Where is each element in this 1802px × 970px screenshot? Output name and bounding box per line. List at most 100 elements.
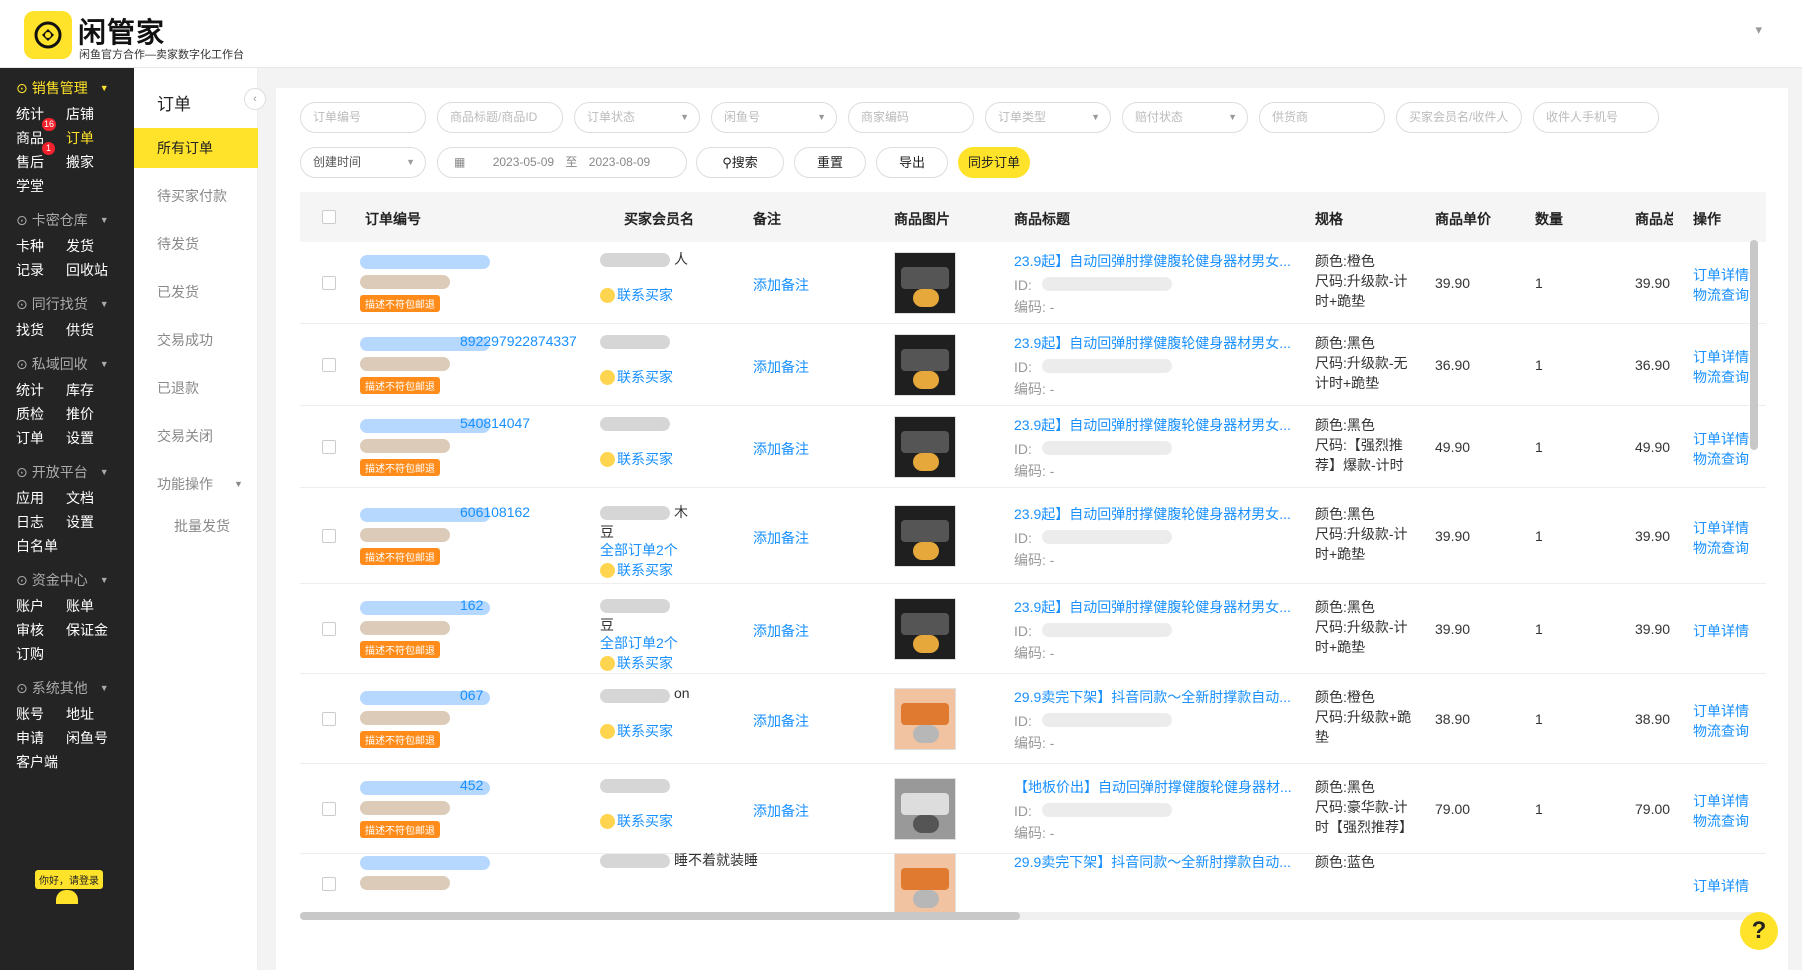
product-title-link[interactable]: 23.9起】自动回弹肘撑健腹轮健身器材男女... [1014,251,1294,271]
product-title-link[interactable]: 29.9卖完下架】抖音同款～全新肘撑款自动... [1014,852,1294,872]
logistics-link[interactable]: 物流查询 [1693,811,1749,831]
logistics-link[interactable]: 物流查询 [1693,367,1749,387]
row-checkbox[interactable] [322,440,336,454]
sidebar-item-stats[interactable]: 统计 [16,104,44,124]
date-range-picker[interactable]: ▦ 2023-05-09 至 2023-08-09 [437,147,687,178]
vertical-scrollbar[interactable] [1750,240,1758,450]
order-detail-link[interactable]: 订单详情 [1693,621,1749,641]
add-remark-link[interactable]: 添加备注 [753,357,809,377]
sidebar-group-system[interactable]: ⊙ 系统其他 ▼ [16,678,109,698]
order-detail-link[interactable]: 订单详情 [1693,701,1749,721]
sidebar-item-doc[interactable]: 文档 [66,488,94,508]
all-orders-link[interactable]: 全部订单2个 [600,540,678,560]
merchant-code-input[interactable]: 商家编码 [848,102,974,133]
sidebar-item-move[interactable]: 搬家 [66,152,94,172]
row-checkbox[interactable] [322,622,336,636]
product-title-link[interactable]: 23.9起】自动回弹肘撑健腹轮健身器材男女... [1014,333,1294,353]
contact-buyer-link[interactable]: 联系买家 [600,367,673,387]
buyer-input[interactable]: 买家会员名/收件人 [1396,102,1522,133]
contact-buyer-link[interactable]: 联系买家 [600,721,673,741]
order-status-select[interactable]: 订单状态 ▼ [574,102,700,133]
contact-buyer-link[interactable]: 联系买家 [600,811,673,831]
order-detail-link[interactable]: 订单详情 [1693,265,1749,285]
product-title-link[interactable]: 23.9起】自动回弹肘撑健腹轮健身器材男女... [1014,504,1294,524]
contact-buyer-link[interactable]: 联系买家 [600,560,673,580]
order-no-link[interactable]: 162 [460,597,483,613]
all-orders-link[interactable]: 全部订单2个 [600,633,678,653]
sidebar-item-shop[interactable]: 店铺 [66,104,94,124]
order-detail-link[interactable]: 订单详情 [1693,791,1749,811]
order-no-input[interactable]: 订单编号 [300,102,426,133]
sidebar-item-subscribe[interactable]: 订购 [16,644,44,664]
order-no-link[interactable]: 540814047 [460,415,530,431]
tab-success[interactable]: 交易成功 [134,320,258,360]
add-remark-link[interactable]: 添加备注 [753,621,809,641]
order-no-link[interactable]: 067 [460,687,483,703]
product-image[interactable] [894,778,956,840]
sidebar-item-supply[interactable]: 供货 [66,320,94,340]
sidebar-item-qc[interactable]: 质检 [16,404,44,424]
brand-logo-icon[interactable] [24,11,72,59]
reset-button[interactable]: 重置 [794,147,866,178]
product-title-link[interactable]: 23.9起】自动回弹肘撑健腹轮健身器材男女... [1014,597,1294,617]
contact-buyer-link[interactable]: 联系买家 [600,449,673,469]
sidebar-item-apply[interactable]: 申请 [16,728,44,748]
search-button[interactable]: ⚲搜索 [696,147,784,178]
sidebar-item-orders[interactable]: 订单 [66,128,94,148]
logistics-link[interactable]: 物流查询 [1693,721,1749,741]
sidebar-item-stock[interactable]: 库存 [66,380,94,400]
tab-pending-payment[interactable]: 待买家付款 [134,176,258,216]
sidebar-group-fund[interactable]: ⊙ 资金中心 ▼ [16,570,109,590]
row-checkbox[interactable] [322,877,336,891]
product-image[interactable] [894,505,956,567]
horizontal-scrollbar[interactable] [300,912,1766,920]
sidebar-item-xianyu[interactable]: 闲鱼号 [66,728,108,748]
sidebar-item-find[interactable]: 找货 [16,320,44,340]
product-image[interactable] [894,334,956,396]
time-type-select[interactable]: 创建时间 ▼ [300,147,426,178]
sidebar-item-record[interactable]: 记录 [16,260,44,280]
select-all-checkbox[interactable] [322,210,336,224]
order-no-link[interactable]: 606108162 [460,504,530,520]
row-checkbox[interactable] [322,358,336,372]
sidebar-item-bill[interactable]: 账单 [66,596,94,616]
sidebar-item-aftersale[interactable]: 售后 [16,152,44,172]
sidebar-group-peer[interactable]: ⊙ 同行找货 ▼ [16,294,109,314]
sidebar-group-sales[interactable]: ⊙ 销售管理 ▼ [16,78,109,98]
sidebar-item-price[interactable]: 推价 [66,404,94,424]
sidebar-group-open[interactable]: ⊙ 开放平台 ▼ [16,462,109,482]
tab-shipped[interactable]: 已发货 [134,272,258,312]
tab-batch-ship[interactable]: 批量发货 [134,506,258,546]
sidebar-item-academy[interactable]: 学堂 [16,176,44,196]
sidebar-item-user[interactable]: 账号 [16,704,44,724]
phone-input[interactable]: 收件人手机号 [1533,102,1659,133]
order-detail-link[interactable]: 订单详情 [1693,429,1749,449]
sidebar-item-rorder[interactable]: 订单 [16,428,44,448]
xianyu-select[interactable]: 闲鱼号 ▼ [711,102,837,133]
sidebar-item-address[interactable]: 地址 [66,704,94,724]
sidebar-item-osetting[interactable]: 设置 [66,512,94,532]
tab-refunded[interactable]: 已退款 [134,368,258,408]
tab-pending-ship[interactable]: 待发货 [134,224,258,264]
login-tip[interactable]: 你好，请登录 [35,870,103,889]
product-image[interactable] [894,688,956,750]
tab-closed[interactable]: 交易关闭 [134,416,258,456]
product-image[interactable] [894,416,956,478]
sidebar-group-recycle[interactable]: ⊙ 私域回收 ▼ [16,354,109,374]
add-remark-link[interactable]: 添加备注 [753,439,809,459]
sync-orders-button[interactable]: 同步订单 [958,147,1030,178]
sidebar-item-account[interactable]: 账户 [16,596,44,616]
product-image[interactable] [894,598,956,660]
product-title-link[interactable]: 29.9卖完下架】抖音同款～全新肘撑款自动... [1014,687,1294,707]
sidebar-item-rstats[interactable]: 统计 [16,380,44,400]
row-checkbox[interactable] [322,712,336,726]
sidebar-item-log[interactable]: 日志 [16,512,44,532]
sidebar-item-cardtype[interactable]: 卡种 [16,236,44,256]
sidebar-item-rsetting[interactable]: 设置 [66,428,94,448]
goods-title-input[interactable]: 商品标题/商品ID [437,102,563,133]
collapse-icon[interactable]: ‹ [244,88,266,110]
row-checkbox[interactable] [322,276,336,290]
product-image[interactable] [894,252,956,314]
order-type-select[interactable]: 订单类型 ▼ [985,102,1111,133]
add-remark-link[interactable]: 添加备注 [753,528,809,548]
